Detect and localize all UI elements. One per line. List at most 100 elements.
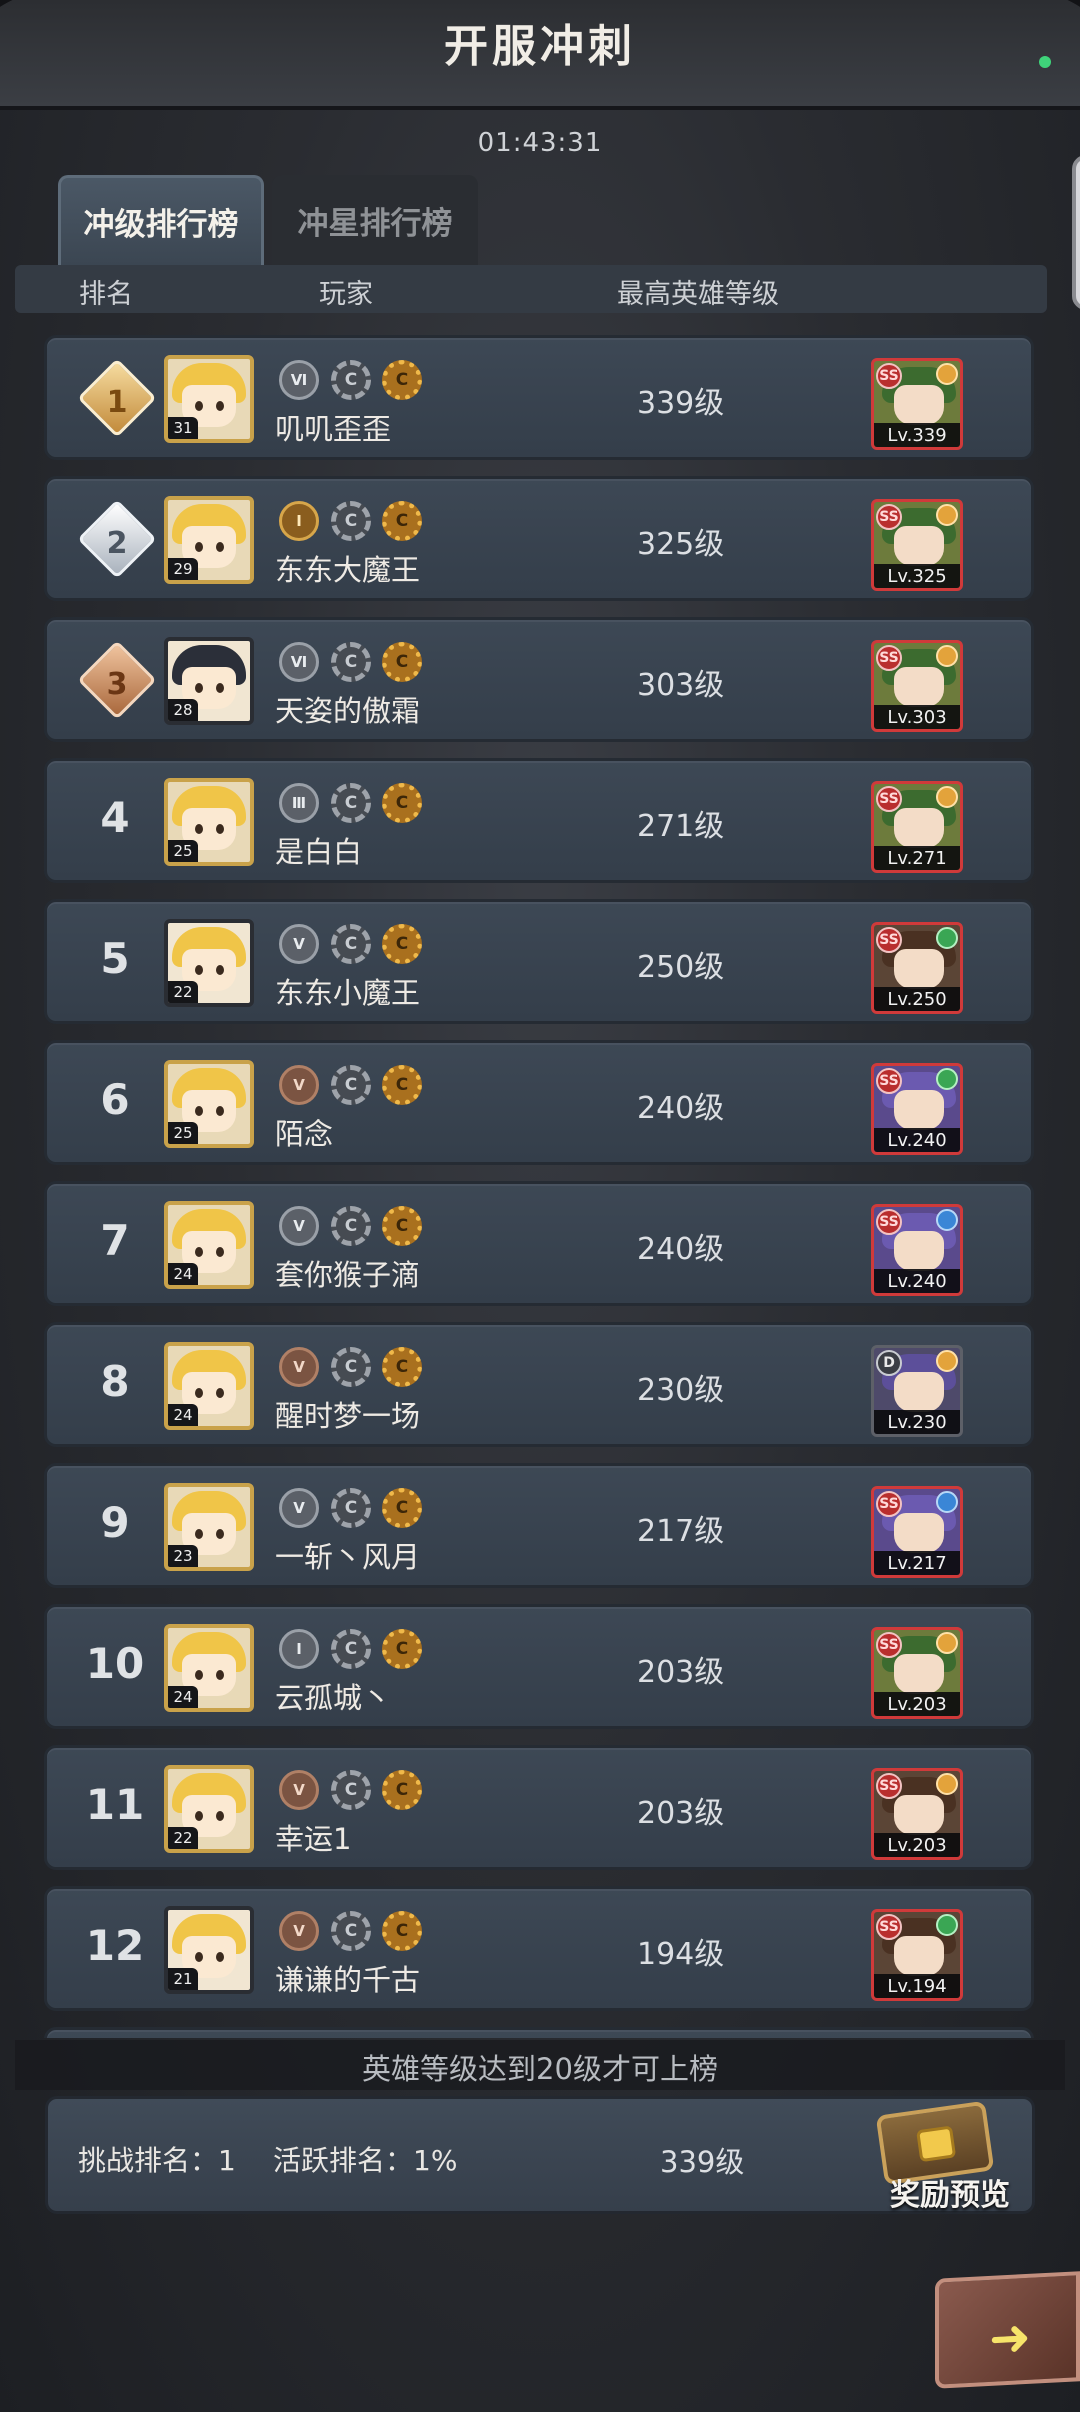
rank-number: 4	[100, 793, 130, 842]
rank-tier-badge-icon: Ⅴ	[279, 1347, 319, 1387]
player-name: 套你猴子滴	[275, 1258, 421, 1292]
hero-level-text: 250级	[637, 950, 725, 985]
ranking-row[interactable]: 12 21 Ⅴ 谦谦的千古 194级 SS Lv.194	[44, 1886, 1034, 2011]
sun-badge-icon	[382, 360, 422, 400]
ranking-row[interactable]: 7 24 Ⅴ 套你猴子滴 240级 SS Lv.240	[44, 1181, 1034, 1306]
avatar-level: 24	[168, 1263, 198, 1285]
player-avatar[interactable]: 24	[164, 1342, 254, 1430]
ranking-row[interactable]: 8 24 Ⅴ 醒时梦一场 230级 D Lv.230	[44, 1322, 1034, 1447]
gear-badge-icon	[331, 1629, 371, 1669]
hero-portrait[interactable]: SS Lv.250	[871, 922, 963, 1014]
rank-medal-gold: 1	[77, 358, 157, 438]
player-name: 云孤城丶	[275, 1681, 392, 1715]
hero-lv-label: Lv.325	[874, 564, 960, 588]
gear-badge-icon	[331, 924, 371, 964]
gear-badge-icon	[331, 360, 371, 400]
gear-badge-icon	[331, 1206, 371, 1246]
rank-number: 12	[85, 1921, 145, 1970]
ranking-list[interactable]: 1 31 Ⅵ 叽叽歪歪 339级 SS Lv.339 2 29 Ⅰ 东东大魔王 3…	[40, 325, 1040, 2038]
ranking-row[interactable]: 9 23 Ⅴ 一斩丶风月 217级 SS Lv.217	[44, 1463, 1034, 1588]
player-avatar[interactable]: 21	[164, 1906, 254, 1994]
gear-badge-icon	[331, 1911, 371, 1951]
hero-level-text: 217级	[637, 1514, 725, 1549]
sun-badge-icon	[382, 924, 422, 964]
hero-portrait[interactable]: SS Lv.303	[871, 640, 963, 732]
next-button[interactable]: ➜	[935, 2271, 1080, 2389]
ranking-requirement-notice: 英雄等级达到20级才可上榜	[15, 2040, 1065, 2090]
player-name: 幸运1	[275, 1822, 352, 1856]
hero-portrait[interactable]: SS Lv.339	[871, 358, 963, 450]
challenge-rank: 挑战排名：1	[78, 2144, 236, 2177]
player-avatar[interactable]: 25	[164, 778, 254, 866]
hero-portrait[interactable]: SS Lv.194	[871, 1909, 963, 2001]
hero-level-text: 325级	[637, 527, 725, 562]
rank-number: 9	[100, 1498, 130, 1547]
rank-number: 6	[100, 1075, 130, 1124]
player-avatar[interactable]: 24	[164, 1201, 254, 1289]
ranking-row[interactable]: 10 24 Ⅰ 云孤城丶 203级 SS Lv.203	[44, 1604, 1034, 1729]
rank-tier-badge-icon: Ⅴ	[279, 1206, 319, 1246]
ranking-row[interactable]: 4 25 Ⅲ 是白白 271级 SS Lv.271	[44, 758, 1034, 883]
hero-level-text: 230级	[637, 1373, 725, 1408]
page-title: 开服冲刺	[444, 21, 636, 72]
ranking-row[interactable]: 11 22 Ⅴ 幸运1 203级 SS Lv.203	[44, 1745, 1034, 1870]
hero-portrait[interactable]: D Lv.230	[871, 1345, 963, 1437]
hero-portrait[interactable]: SS Lv.271	[871, 781, 963, 873]
player-avatar[interactable]: 23	[164, 1483, 254, 1571]
ranking-row[interactable]: 1 31 Ⅵ 叽叽歪歪 339级 SS Lv.339	[44, 335, 1034, 460]
player-avatar[interactable]: 31	[164, 355, 254, 443]
player-avatar[interactable]: 28	[164, 637, 254, 725]
ranking-row[interactable]: 2 29 Ⅰ 东东大魔王 325级 SS Lv.325	[44, 476, 1034, 601]
ranking-row-partial[interactable]	[44, 2027, 1034, 2038]
sun-badge-icon	[382, 1065, 422, 1105]
reward-preview-button[interactable]: 奖励预览	[890, 2170, 1010, 2214]
hero-lv-label: Lv.250	[874, 987, 960, 1011]
hero-level-text: 203级	[637, 1796, 725, 1831]
gear-badge-icon	[331, 642, 371, 682]
player-name: 东东大魔王	[275, 553, 421, 587]
hero-rarity-badge: SS	[876, 1209, 902, 1235]
rank-medal-silver: 2	[77, 499, 157, 579]
player-avatar[interactable]: 24	[164, 1624, 254, 1712]
avatar-level: 28	[168, 699, 198, 721]
side-panel-handle[interactable]	[1072, 155, 1080, 310]
player-avatar[interactable]: 22	[164, 919, 254, 1007]
player-name: 天姿的傲霜	[275, 694, 421, 728]
hero-rarity-badge: SS	[876, 1773, 902, 1799]
sun-badge-icon	[382, 1629, 422, 1669]
ranking-row[interactable]: 3 28 Ⅵ 天姿的傲霜 303级 SS Lv.303	[44, 617, 1034, 742]
player-name: 醒时梦一场	[275, 1399, 421, 1433]
hero-lv-label: Lv.203	[874, 1833, 960, 1857]
rank-tier-badge-icon: Ⅴ	[279, 924, 319, 964]
player-avatar[interactable]: 29	[164, 496, 254, 584]
sun-badge-icon	[382, 783, 422, 823]
hero-rarity-badge: SS	[876, 1914, 902, 1940]
hero-lv-label: Lv.303	[874, 705, 960, 729]
hero-level-text: 194级	[637, 1937, 725, 1972]
gear-badge-icon	[331, 783, 371, 823]
gear-badge-icon	[331, 1065, 371, 1105]
ranking-row[interactable]: 6 25 Ⅴ 陌念 240级 SS Lv.240	[44, 1040, 1034, 1165]
player-avatar[interactable]: 22	[164, 1765, 254, 1853]
avatar-level: 25	[168, 1122, 198, 1144]
gear-badge-icon	[331, 1347, 371, 1387]
hero-lv-label: Lv.240	[874, 1128, 960, 1152]
hero-portrait[interactable]: SS Lv.240	[871, 1204, 963, 1296]
hero-rarity-badge: SS	[876, 786, 902, 812]
ranking-row[interactable]: 5 22 Ⅴ 东东小魔王 250级 SS Lv.250	[44, 899, 1034, 1024]
avatar-level: 29	[168, 558, 198, 580]
tab-level-ranking[interactable]: 冲级排行榜	[58, 175, 264, 265]
rank-number: 7	[100, 1216, 130, 1265]
hero-portrait[interactable]: SS Lv.217	[871, 1486, 963, 1578]
hero-portrait[interactable]: SS Lv.203	[871, 1768, 963, 1860]
hero-portrait[interactable]: SS Lv.325	[871, 499, 963, 591]
hero-portrait[interactable]: SS Lv.203	[871, 1627, 963, 1719]
tab-star-ranking[interactable]: 冲星排行榜	[272, 175, 478, 265]
hero-portrait[interactable]: SS Lv.240	[871, 1063, 963, 1155]
top-banner: 开服冲刺	[0, 0, 1080, 173]
rank-tier-badge-icon: Ⅲ	[279, 783, 319, 823]
rank-tier-badge-icon: Ⅴ	[279, 1911, 319, 1951]
gear-badge-icon	[331, 1488, 371, 1528]
player-avatar[interactable]: 25	[164, 1060, 254, 1148]
sun-badge-icon	[382, 1911, 422, 1951]
